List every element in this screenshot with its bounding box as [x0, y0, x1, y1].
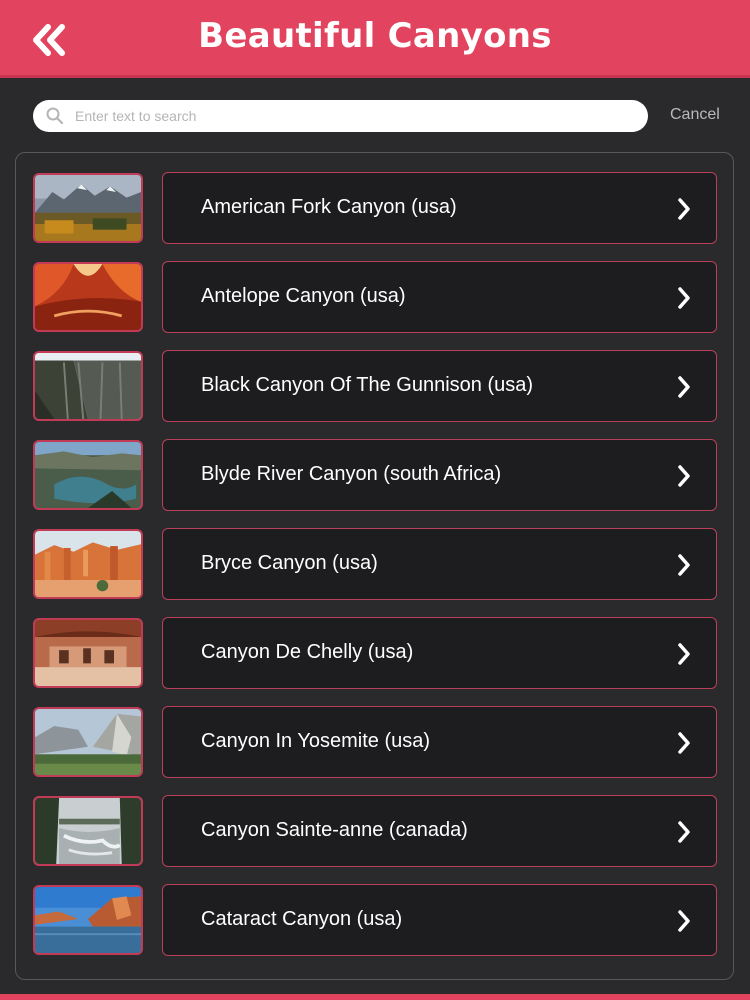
thumbnail-image[interactable] — [33, 351, 143, 421]
canyon-item-button[interactable]: Antelope Canyon (usa) — [162, 261, 717, 333]
chevron-right-icon — [678, 376, 690, 398]
canyon-item-button[interactable]: Black Canyon Of The Gunnison (usa) — [162, 350, 717, 422]
item-label: Black Canyon Of The Gunnison (usa) — [201, 374, 534, 396]
chevron-right-icon — [678, 643, 690, 665]
list-item: Antelope Canyon (usa) — [33, 261, 717, 333]
canyon-item-button[interactable]: Canyon De Chelly (usa) — [162, 617, 717, 689]
canyon-item-button[interactable]: Bryce Canyon (usa) — [162, 528, 717, 600]
thumbnail-image[interactable] — [33, 529, 143, 599]
bottom-accent-bar — [0, 994, 750, 1000]
item-label: Canyon De Chelly (usa) — [201, 641, 414, 663]
search-icon — [46, 107, 64, 125]
search-input[interactable] — [75, 108, 648, 124]
list-item: Canyon In Yosemite (usa) — [33, 706, 717, 778]
list-item: American Fork Canyon (usa) — [33, 172, 717, 244]
item-label: American Fork Canyon (usa) — [201, 196, 457, 218]
item-label: Antelope Canyon (usa) — [201, 285, 406, 307]
chevron-right-icon — [678, 198, 690, 220]
chevron-right-icon — [678, 287, 690, 309]
list-item: Cataract Canyon (usa) — [33, 884, 717, 956]
chevron-right-icon — [678, 821, 690, 843]
canyon-item-button[interactable]: Cataract Canyon (usa) — [162, 884, 717, 956]
list-item: Bryce Canyon (usa) — [33, 528, 717, 600]
header-bar: Beautiful Canyons — [0, 0, 750, 78]
canyon-list: American Fork Canyon (usa) Antelope Cany… — [15, 152, 734, 980]
thumbnail-image[interactable] — [33, 440, 143, 510]
chevron-right-icon — [678, 554, 690, 576]
item-label: Canyon Sainte-anne (canada) — [201, 819, 468, 841]
canyon-item-button[interactable]: Canyon Sainte-anne (canada) — [162, 795, 717, 867]
search-bar — [33, 100, 648, 132]
canyon-item-button[interactable]: Blyde River Canyon (south Africa) — [162, 439, 717, 511]
chevron-right-icon — [678, 910, 690, 932]
list-item: Blyde River Canyon (south Africa) — [33, 439, 717, 511]
list-item: Black Canyon Of The Gunnison (usa) — [33, 350, 717, 422]
cancel-button[interactable]: Cancel — [670, 106, 720, 124]
thumbnail-image[interactable] — [33, 173, 143, 243]
thumbnail-image[interactable] — [33, 707, 143, 777]
thumbnail-image[interactable] — [33, 262, 143, 332]
item-label: Blyde River Canyon (south Africa) — [201, 463, 502, 485]
thumbnail-image[interactable] — [33, 618, 143, 688]
page-title: Beautiful Canyons — [198, 16, 552, 56]
list-item: Canyon Sainte-anne (canada) — [33, 795, 717, 867]
item-label: Bryce Canyon (usa) — [201, 552, 378, 574]
chevron-right-icon — [678, 732, 690, 754]
canyon-item-button[interactable]: American Fork Canyon (usa) — [162, 172, 717, 244]
thumbnail-image[interactable] — [33, 796, 143, 866]
item-label: Canyon In Yosemite (usa) — [201, 730, 431, 752]
thumbnail-image[interactable] — [33, 885, 143, 955]
item-label: Cataract Canyon (usa) — [201, 908, 403, 930]
chevron-right-icon — [678, 465, 690, 487]
list-item: Canyon De Chelly (usa) — [33, 617, 717, 689]
canyon-item-button[interactable]: Canyon In Yosemite (usa) — [162, 706, 717, 778]
